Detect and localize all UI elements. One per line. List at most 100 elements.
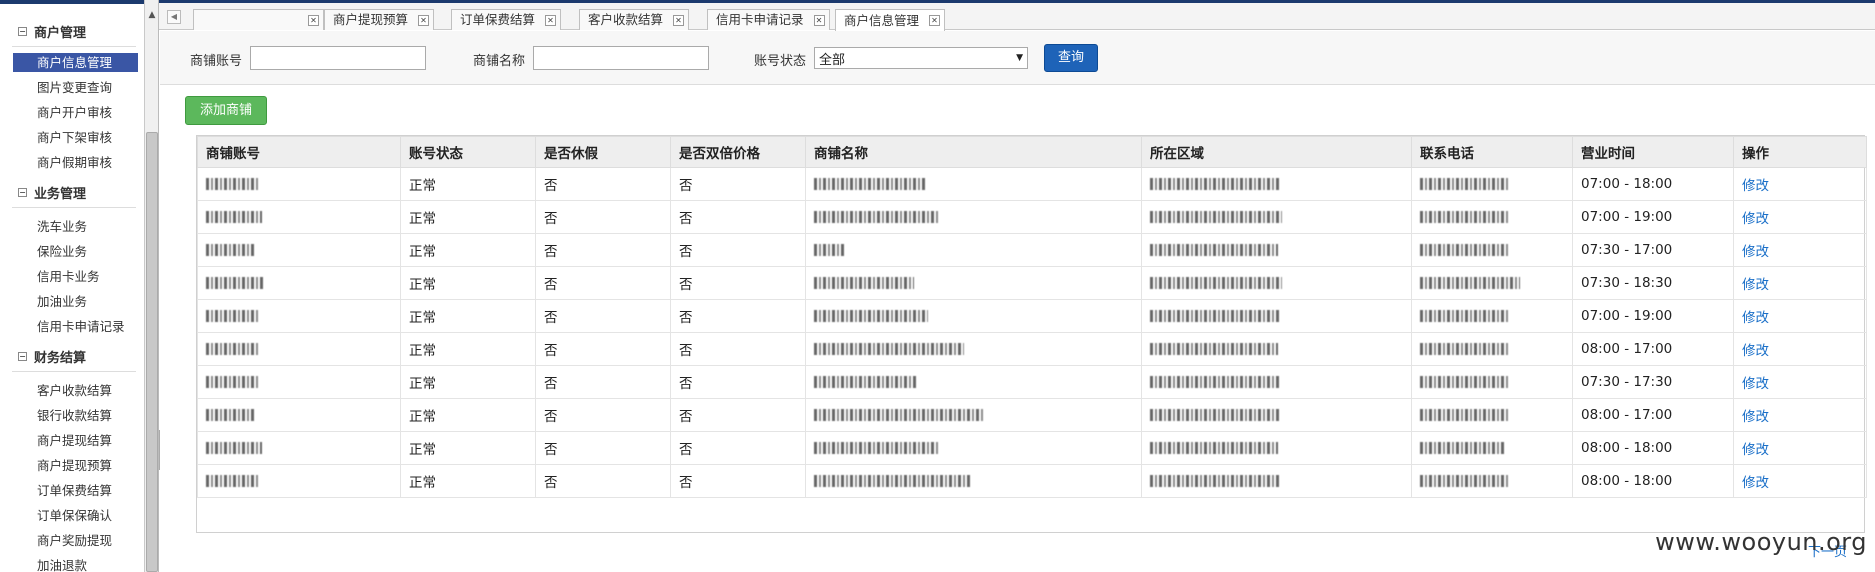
nav-item-car-wash[interactable]: 洗车业务 xyxy=(0,214,144,239)
search-bar: 商铺账号 商铺名称 账号状态 全部 ▼ 查询 xyxy=(160,31,1875,85)
col-header-status[interactable]: 账号状态 xyxy=(400,136,536,168)
cell-phone xyxy=(1411,398,1573,432)
tab-blank[interactable]: ✕ xyxy=(193,9,324,30)
tab-credit-card-records[interactable]: 信用卡申请记录 ✕ xyxy=(707,9,830,30)
sidebar-scrollbar[interactable]: ▲ xyxy=(145,0,159,572)
nav-item-fuel-refund[interactable]: 加油退款 xyxy=(0,553,144,572)
cell-account xyxy=(197,398,401,432)
nav-item-bank-payment[interactable]: 银行收款结算 xyxy=(0,403,144,428)
tab-premium-settlement[interactable]: 订单保费结算 ✕ xyxy=(451,9,562,30)
tab-scroll-left-icon[interactable]: ◀ xyxy=(167,10,181,24)
nav-item-merchant-info[interactable]: 商户信息管理 xyxy=(13,53,138,72)
nav-item-vacation-review[interactable]: 商户假期审核 xyxy=(0,150,144,175)
close-icon[interactable]: ✕ xyxy=(545,14,557,26)
table-row: 正常否否 07:00 - 19:00 修改 xyxy=(197,299,1867,333)
redacted-text xyxy=(1420,376,1508,388)
cell-vacation: 否 xyxy=(535,398,671,432)
col-header-double-price[interactable]: 是否双倍价格 xyxy=(670,136,806,168)
col-header-vacation[interactable]: 是否休假 xyxy=(535,136,671,168)
cell-vacation: 否 xyxy=(535,299,671,333)
nav-group-merchant[interactable]: − 商户管理 xyxy=(0,18,144,44)
redacted-text xyxy=(1150,244,1278,256)
edit-link[interactable]: 修改 xyxy=(1742,343,1769,359)
tab-bar-accent xyxy=(159,0,1875,3)
table-row: 正常否否 08:00 - 18:00 修改 xyxy=(197,464,1867,498)
account-input[interactable] xyxy=(250,46,426,70)
nav-item-customer-payment[interactable]: 客户收款结算 xyxy=(0,378,144,403)
divider xyxy=(12,207,136,208)
redacted-text xyxy=(1150,211,1282,223)
nav-item-image-change[interactable]: 图片变更查询 xyxy=(0,75,144,100)
tab-merchant-info[interactable]: 商户信息管理 ✕ xyxy=(835,9,946,31)
cell-vacation: 否 xyxy=(535,167,671,201)
edit-link[interactable]: 修改 xyxy=(1742,211,1769,227)
nav-item-premium-confirm[interactable]: 订单保保确认 xyxy=(0,503,144,528)
account-label: 商铺账号 xyxy=(190,54,243,69)
scrollbar-thumb[interactable] xyxy=(146,132,158,572)
cell-vacation: 否 xyxy=(535,431,671,465)
status-select[interactable]: 全部 ▼ xyxy=(814,47,1028,69)
col-header-hours[interactable]: 营业时间 xyxy=(1572,136,1734,168)
shop-name-input[interactable] xyxy=(533,46,709,70)
nav-item-fuel[interactable]: 加油业务 xyxy=(0,289,144,314)
tab-withdraw-budget[interactable]: 商户提现预算 ✕ xyxy=(324,9,435,30)
redacted-text xyxy=(814,442,940,454)
cell-double-price: 否 xyxy=(670,266,806,300)
watermark: www.wooyun.org xyxy=(1655,528,1867,556)
cell-phone xyxy=(1411,200,1573,234)
edit-link[interactable]: 修改 xyxy=(1742,277,1769,293)
collapse-icon[interactable]: − xyxy=(18,187,27,197)
close-icon[interactable]: ✕ xyxy=(418,14,430,26)
nav-item-reward-withdraw[interactable]: 商户奖励提现 xyxy=(0,528,144,553)
nav-item-withdraw-budget[interactable]: 商户提现预算 xyxy=(0,453,144,478)
cell-hours: 07:00 - 19:00 xyxy=(1572,299,1734,333)
nav-group-title: 商户管理 xyxy=(34,25,87,41)
nav-group-title: 业务管理 xyxy=(34,186,87,202)
nav-item-credit-card-records[interactable]: 信用卡申请记录 xyxy=(0,314,144,339)
nav-group-finance[interactable]: − 财务结算 xyxy=(0,343,144,369)
edit-link[interactable]: 修改 xyxy=(1742,409,1769,425)
cell-vacation: 否 xyxy=(535,365,671,399)
nav-item-insurance[interactable]: 保险业务 xyxy=(0,239,144,264)
close-icon[interactable]: ✕ xyxy=(813,14,825,26)
close-icon[interactable]: ✕ xyxy=(308,14,319,26)
status-selected-value: 全部 xyxy=(819,52,846,68)
cell-region xyxy=(1141,332,1412,366)
nav-item-credit-card[interactable]: 信用卡业务 xyxy=(0,264,144,289)
nav-group-business[interactable]: − 业务管理 xyxy=(0,179,144,205)
col-header-phone[interactable]: 联系电话 xyxy=(1411,136,1573,168)
cell-double-price: 否 xyxy=(670,398,806,432)
edit-link[interactable]: 修改 xyxy=(1742,244,1769,260)
redacted-text xyxy=(814,475,972,487)
edit-link[interactable]: 修改 xyxy=(1742,310,1769,326)
col-header-region[interactable]: 所在区域 xyxy=(1141,136,1412,168)
collapse-icon[interactable]: − xyxy=(18,351,27,361)
add-shop-button[interactable]: 添加商铺 xyxy=(185,96,267,125)
cell-account xyxy=(197,332,401,366)
nav-item-delist-review[interactable]: 商户下架审核 xyxy=(0,125,144,150)
scroll-up-icon[interactable]: ▲ xyxy=(145,8,159,22)
col-header-shop-name[interactable]: 商铺名称 xyxy=(805,136,1142,168)
edit-link[interactable]: 修改 xyxy=(1742,178,1769,194)
nav-item-withdraw-settlement[interactable]: 商户提现结算 xyxy=(0,428,144,453)
cell-shop-name xyxy=(805,332,1142,366)
collapse-icon[interactable]: − xyxy=(18,26,27,36)
edit-link[interactable]: 修改 xyxy=(1742,442,1769,458)
col-header-account[interactable]: 商铺账号 xyxy=(197,136,401,168)
close-icon[interactable]: ✕ xyxy=(673,14,685,26)
tab-customer-payment[interactable]: 客户收款结算 ✕ xyxy=(579,9,690,30)
cell-hours: 07:30 - 18:30 xyxy=(1572,266,1734,300)
main-content: 商铺账号 商铺名称 账号状态 全部 ▼ 查询 添加商铺 商铺账号 账号状态 是否… xyxy=(160,31,1875,572)
edit-link[interactable]: 修改 xyxy=(1742,376,1769,392)
nav-item-premium-settlement[interactable]: 订单保费结算 xyxy=(0,478,144,503)
edit-link[interactable]: 修改 xyxy=(1742,475,1769,491)
redacted-text xyxy=(814,244,844,256)
cell-double-price: 否 xyxy=(670,431,806,465)
nav-item-account-open-review[interactable]: 商户开户审核 xyxy=(0,100,144,125)
query-button[interactable]: 查询 xyxy=(1044,44,1098,72)
shop-name-label: 商铺名称 xyxy=(473,54,526,69)
merchant-table: 商铺账号 账号状态 是否休假 是否双倍价格 商铺名称 所在区域 联系电话 营业时… xyxy=(196,135,1867,533)
table-header-row: 商铺账号 账号状态 是否休假 是否双倍价格 商铺名称 所在区域 联系电话 营业时… xyxy=(197,136,1867,168)
cell-vacation: 否 xyxy=(535,200,671,234)
close-icon[interactable]: ✕ xyxy=(929,15,941,26)
